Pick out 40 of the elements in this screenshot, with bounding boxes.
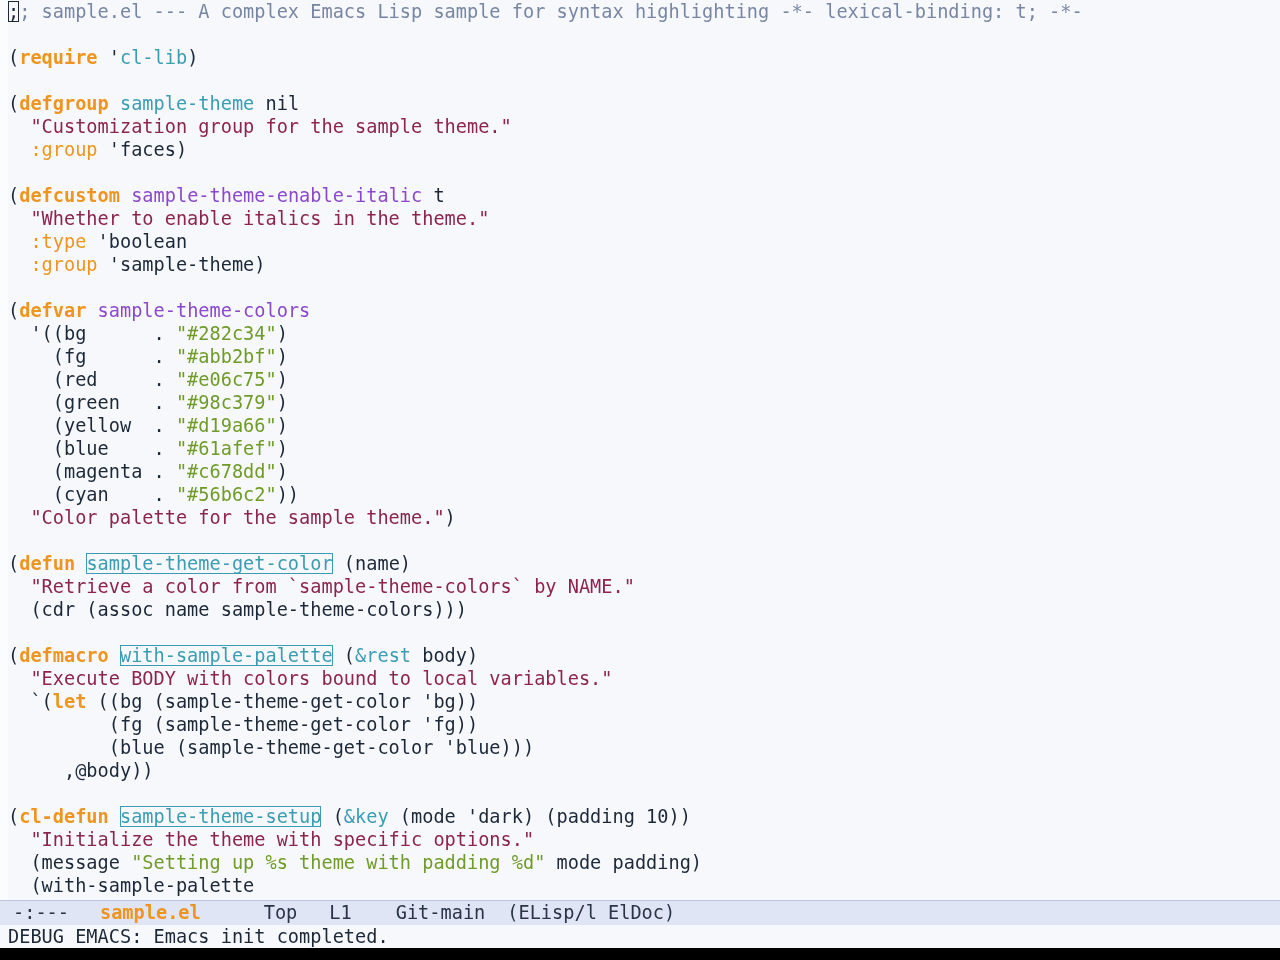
modified-status: -:--- (13, 902, 69, 924)
code-line: "Color palette for the sample theme.") (30, 507, 456, 528)
code-line: (blue . "#61afef") (52, 438, 288, 459)
code-line: (message "Setting up %s theme with padding %d" mode padding) (30, 852, 703, 873)
code-line: (cdr (assoc name sample-theme-colors))) (30, 599, 467, 620)
code-line: ,@body)) (64, 760, 154, 781)
code-line: :group 'sample-theme) (30, 254, 266, 275)
scroll-position: Top (263, 902, 298, 924)
code-line: (yellow . "#d19a66") (52, 415, 288, 436)
code-line: (require 'cl-lib) (8, 47, 199, 68)
code-line: (fg (sample-theme-get-color 'fg)) (108, 714, 479, 735)
code-line: (cl-defun sample-theme-setup (&key (mode 'dark) (padding 10)) (8, 806, 691, 827)
code-line: "Retrieve a color from `sample-theme-colors` by NAME." (30, 576, 635, 597)
code-line: "Execute BODY with colors bound to local variables." (30, 668, 613, 689)
code-line: (defmacro with-sample-palette (&rest body) (8, 645, 479, 666)
code-line: (defgroup sample-theme nil (8, 93, 300, 114)
code-line: :group 'faces) (30, 139, 188, 160)
code-line: (cyan . "#56b6c2")) (52, 484, 300, 505)
echo-message: DEBUG EMACS: Emacs init completed. (8, 926, 389, 947)
code-line: "Initialize the theme with specific options." (30, 829, 535, 850)
code-line: '((bg . "#282c34") (30, 323, 288, 344)
code-line: (defcustom sample-theme-enable-italic t (8, 185, 445, 206)
text-cursor: ; (8, 1, 20, 22)
major-mode: (ELisp/l ElDoc) (507, 902, 676, 924)
code-line: (defun sample-theme-get-color (name) (8, 553, 412, 574)
vc-branch: Git-main (395, 902, 486, 924)
code-line: "Whether to enable italics in the theme." (30, 208, 490, 229)
code-line: (blue (sample-theme-get-color 'blue))) (108, 737, 535, 758)
code-line: (fg . "#abb2bf") (52, 346, 288, 367)
code-line: ; sample.el --- A complex Emacs Lisp sample for syntax highlighting -*- lexical-binding: t; -*- (19, 1, 1083, 22)
code-line: (magenta . "#c678dd") (52, 461, 288, 482)
code-line: (green . "#98c379") (52, 392, 288, 413)
code-line: `(let ((bg (sample-theme-get-color 'bg)) (30, 691, 479, 712)
code-line: (with-sample-palette (30, 875, 255, 896)
code-line: :type 'boolean (30, 231, 188, 252)
code-line: (red . "#e06c75") (52, 369, 288, 390)
line-number: L1 (329, 902, 352, 924)
buffer-name: sample.el (100, 902, 201, 924)
code-line: (defvar sample-theme-colors (8, 300, 311, 321)
code-line: "Customization group for the sample theme." (30, 116, 512, 137)
